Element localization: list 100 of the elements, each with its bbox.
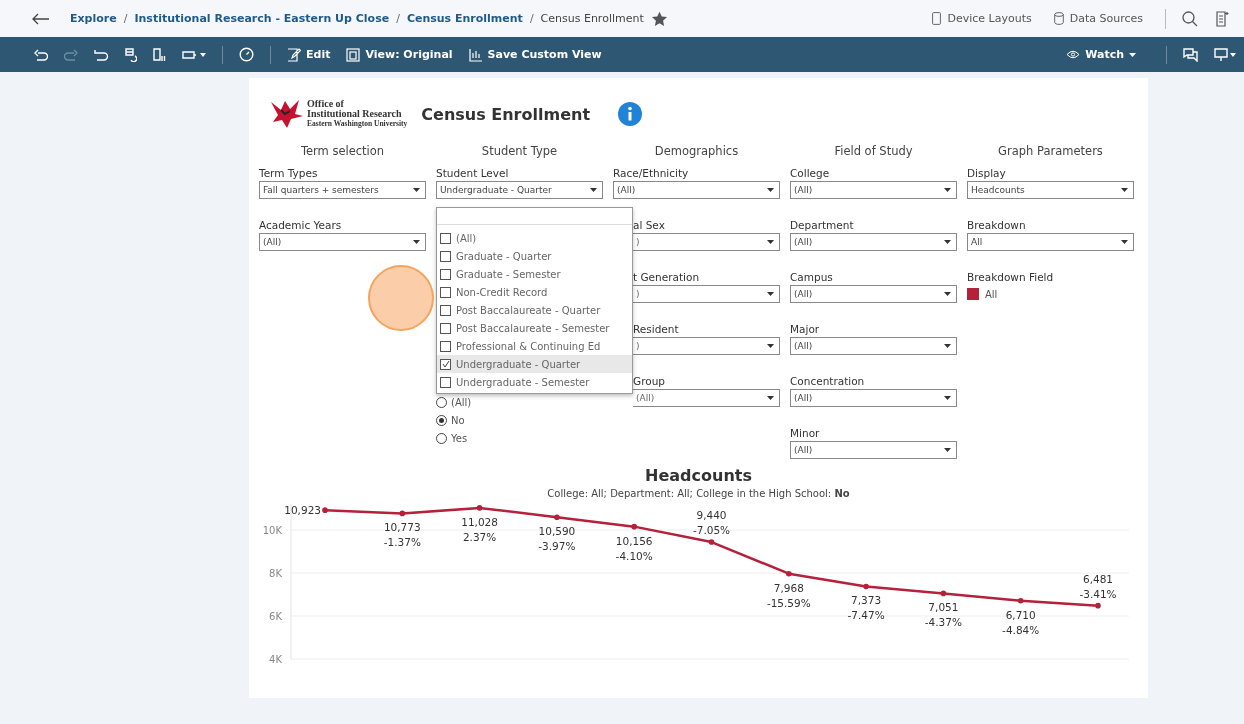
- checkbox[interactable]: [440, 268, 451, 280]
- caret-icon: [767, 240, 774, 244]
- dropdown-field[interactable]: ): [633, 285, 780, 303]
- data-label: -4.37%: [924, 616, 962, 629]
- caret-icon: [944, 448, 951, 452]
- filter-label: College: [790, 167, 831, 181]
- data-point: [1095, 602, 1101, 609]
- filter-label: Academic Years: [259, 219, 343, 233]
- chart-title: Headcounts: [645, 466, 752, 485]
- revert-icon[interactable]: [94, 48, 109, 61]
- caret-icon: [767, 292, 774, 296]
- checkbox[interactable]: [440, 250, 451, 262]
- data-point: [554, 514, 560, 521]
- clock-icon[interactable]: [239, 47, 254, 62]
- caret-icon: [1121, 240, 1128, 244]
- data-label: -7.47%: [847, 609, 885, 622]
- menu-item[interactable]: Post Baccalaureate - Semester: [437, 319, 632, 337]
- radio-option[interactable]: No: [436, 413, 603, 428]
- checkbox[interactable]: [440, 322, 451, 334]
- caret-icon: [413, 188, 420, 192]
- dropdown-field[interactable]: Fall quarters + semesters: [259, 181, 426, 199]
- filter-label: Resident: [633, 323, 680, 337]
- dashboard-title: Census Enrollment: [421, 104, 591, 124]
- document-icon[interactable]: [1216, 10, 1230, 27]
- caret-icon: [413, 240, 420, 244]
- menu-item[interactable]: Graduate - Quarter: [437, 247, 632, 265]
- checkbox[interactable]: [440, 232, 451, 244]
- search-icon[interactable]: [1182, 10, 1198, 27]
- present-dropdown-icon[interactable]: [1214, 47, 1236, 62]
- menu-item[interactable]: Non-Credit Record: [437, 283, 632, 301]
- checkbox[interactable]: [440, 376, 451, 388]
- filter-label: Term Types: [259, 167, 319, 181]
- dropdown-field[interactable]: Undergraduate - Quarter: [436, 181, 603, 199]
- menu-item[interactable]: Professional & Continuing Ed: [437, 337, 632, 355]
- data-label: -4.84%: [1002, 623, 1040, 636]
- data-label: -1.37%: [383, 536, 421, 549]
- header-action-button[interactable]: Device Layouts: [932, 12, 1032, 25]
- dropdown-field[interactable]: (All): [790, 181, 957, 199]
- section-heading: Student Type: [480, 144, 559, 158]
- breadcrumb-link[interactable]: Census Enrollment: [406, 12, 523, 25]
- search-input[interactable]: [437, 208, 632, 225]
- axis-tick-label: 6K: [269, 611, 282, 622]
- refresh-icon[interactable]: [125, 47, 137, 62]
- menu-item[interactable]: (All): [437, 229, 632, 247]
- data-point: [1017, 597, 1024, 604]
- star-icon[interactable]: [650, 10, 668, 27]
- dropdown-field[interactable]: (All): [790, 337, 957, 355]
- menu-item[interactable]: Undergraduate - Quarter: [437, 355, 632, 373]
- edit-icon: [287, 47, 301, 62]
- section-heading: Term selection: [299, 144, 386, 158]
- data-point: [786, 570, 792, 577]
- dropdown-field[interactable]: (All): [613, 181, 780, 199]
- dropdown-field[interactable]: (All): [633, 389, 780, 407]
- breadcrumb-link[interactable]: Explore: [70, 12, 117, 25]
- breadcrumb-current: Census Enrollment: [540, 12, 644, 25]
- data-label: 7,373: [851, 594, 882, 607]
- filter-label: t Generation: [633, 271, 701, 285]
- toolbar-button[interactable]: Save Custom View: [468, 47, 602, 62]
- dropdown-field[interactable]: (All): [259, 233, 426, 251]
- dropdown-field[interactable]: (All): [790, 285, 957, 303]
- checkbox[interactable]: [440, 304, 451, 316]
- dropdown-field[interactable]: Headcounts: [967, 181, 1134, 199]
- data-point: [322, 507, 328, 513]
- radio-option[interactable]: (All): [436, 395, 603, 410]
- watch-button[interactable]: Watch: [1066, 48, 1136, 61]
- dropdown-field[interactable]: ): [633, 337, 780, 355]
- toolbar-button[interactable]: View: Original: [346, 47, 453, 62]
- header-action-button[interactable]: Data Sources: [1053, 12, 1143, 25]
- checkbox[interactable]: [440, 358, 451, 370]
- info-icon[interactable]: [618, 102, 643, 126]
- data-point: [863, 583, 869, 590]
- undo-icon[interactable]: [34, 48, 48, 61]
- data-label: 6,710: [1005, 608, 1036, 621]
- chart-subtitle: College: All; Department: All; College in the High School: No: [547, 488, 850, 499]
- menu-item[interactable]: Post Baccalaureate - Quarter: [437, 301, 632, 319]
- checkbox[interactable]: [440, 340, 451, 352]
- menu-item[interactable]: Undergraduate - Semester: [437, 373, 632, 391]
- comments-icon[interactable]: [1183, 47, 1198, 62]
- back-arrow-icon[interactable]: [32, 12, 50, 25]
- dropdown-field[interactable]: ): [633, 233, 780, 251]
- checkbox[interactable]: [440, 286, 451, 298]
- caret-icon: [1129, 52, 1136, 57]
- data-label: 6,481: [1082, 572, 1114, 585]
- data-point: [631, 523, 637, 530]
- breadcrumb-link[interactable]: Institutional Research - Eastern Up Close: [134, 12, 390, 25]
- toolbar-button[interactable]: Edit: [287, 47, 331, 62]
- axis-tick-label: 4K: [269, 654, 282, 665]
- dropdown-field[interactable]: (All): [790, 389, 957, 407]
- filter-label: Concentration: [790, 375, 866, 389]
- caret-icon: [590, 188, 597, 192]
- caret-icon: [944, 344, 951, 348]
- menu-item[interactable]: Graduate - Semester: [437, 265, 632, 283]
- dropdown-field[interactable]: All: [967, 233, 1134, 251]
- dropdown-field[interactable]: (All): [790, 233, 957, 251]
- data-label: 2.37%: [462, 530, 497, 543]
- filter-label: Campus: [790, 271, 834, 285]
- data-point: [708, 539, 715, 545]
- dropdown-field[interactable]: (All): [790, 441, 957, 459]
- radio-option[interactable]: Yes: [436, 431, 603, 446]
- data-label: 11,028: [461, 515, 498, 528]
